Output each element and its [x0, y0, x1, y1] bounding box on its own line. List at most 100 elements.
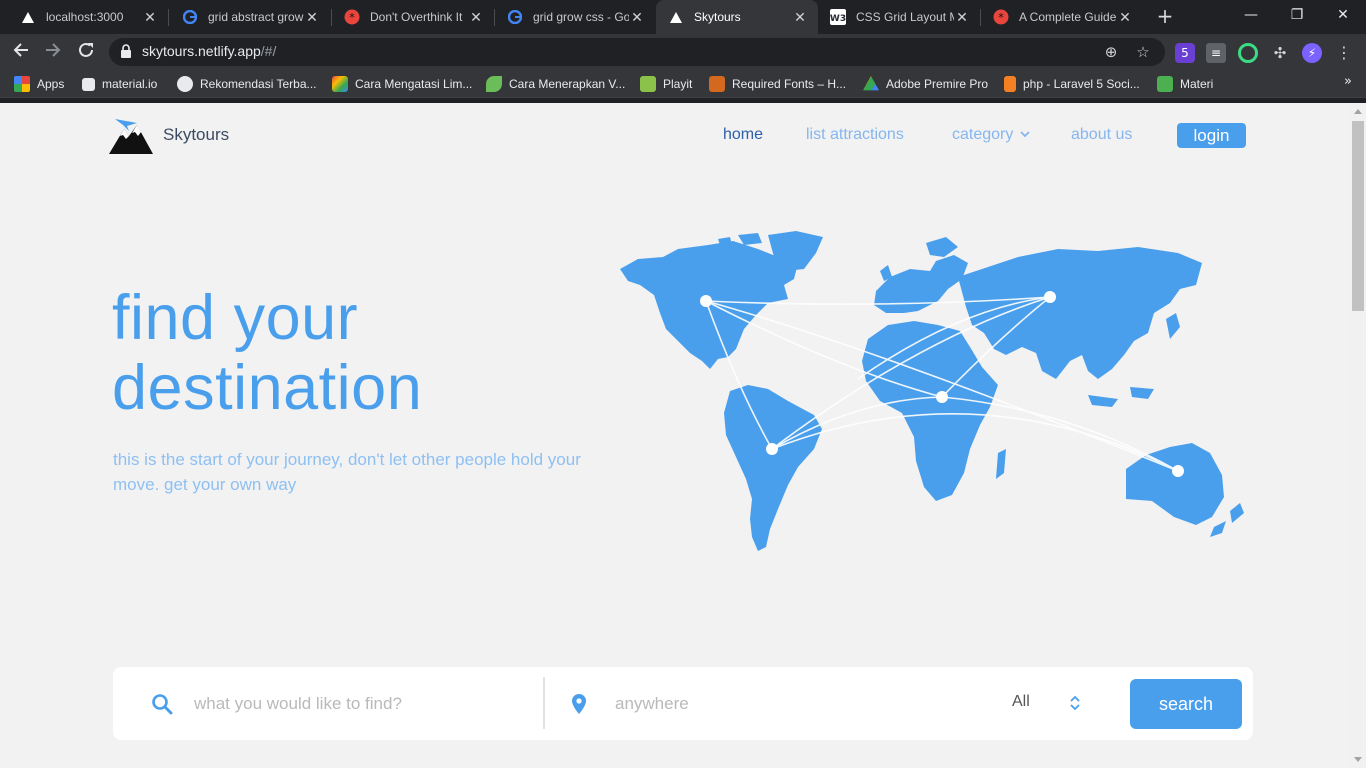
close-icon[interactable]: ✕ — [304, 9, 320, 26]
w3schools-icon: W3 — [830, 9, 846, 25]
scrollbar-thumb[interactable] — [1352, 121, 1364, 311]
bookmark-label: material.io — [102, 77, 158, 91]
south-america — [724, 385, 822, 551]
tab-google-grid-grow[interactable]: grid grow css - Go ✕ — [495, 0, 655, 34]
tab-w3schools-grid[interactable]: W3 CSS Grid Layout M ✕ — [818, 0, 980, 34]
bookmark-star-icon[interactable]: ☆ — [1134, 43, 1152, 61]
bookmark-php-laravel[interactable]: php - Laravel 5 Soci... — [1004, 74, 1140, 94]
bookmark-label: Materi — [1180, 77, 1214, 91]
page-content: Skytours home list attractions category … — [0, 103, 1350, 768]
location-input[interactable] — [615, 691, 975, 717]
extension-list-icon[interactable]: ≡ — [1206, 43, 1226, 63]
hero-title: find your destination — [112, 283, 422, 423]
profile-avatar[interactable]: ⚡ — [1302, 43, 1322, 63]
close-icon[interactable]: ✕ — [629, 9, 645, 26]
continents — [620, 231, 1244, 551]
bookmark-label: Required Fonts – H... — [732, 77, 847, 91]
arctic-islands — [718, 233, 762, 245]
arrow-left-icon — [13, 43, 28, 57]
extension-badge-icon[interactable]: 5 — [1175, 43, 1195, 63]
materi-icon — [1157, 76, 1173, 92]
hero-title-line1: find your — [112, 283, 359, 353]
nav-category[interactable]: category — [952, 126, 1030, 144]
extension-circle-icon[interactable] — [1238, 43, 1258, 63]
tab-localhost[interactable]: localhost:3000 ✕ — [8, 0, 168, 34]
svg-text:W3: W3 — [830, 14, 846, 24]
forward-button[interactable] — [42, 41, 64, 63]
select-chevrons-icon[interactable] — [1068, 694, 1082, 712]
bookmark-cara-mengatasi[interactable]: Cara Mengatasi Lim... — [332, 74, 472, 94]
vercel-triangle-icon — [20, 9, 36, 25]
close-icon[interactable]: ✕ — [954, 9, 970, 26]
bookmark-label: Cara Mengatasi Lim... — [355, 77, 473, 91]
close-icon[interactable]: ✕ — [468, 9, 484, 26]
bookmarks-bar: Apps material.io Rekomendasi Terba... Ca… — [0, 70, 1366, 98]
close-icon[interactable]: ✕ — [142, 9, 158, 26]
bookmarks-overflow-button[interactable]: » — [1344, 74, 1352, 89]
madagascar — [996, 449, 1006, 479]
close-window-button[interactable]: ✕ — [1320, 0, 1366, 30]
playit-icon — [640, 76, 656, 92]
bookmark-adobe-premiere[interactable]: Adobe Premire Pro — [863, 74, 988, 94]
tab-skytours[interactable]: Skytours ✕ — [656, 0, 818, 34]
bookmark-required-fonts[interactable]: Required Fonts – H... — [709, 74, 846, 94]
tab-google-grid-abstract[interactable]: grid abstract grow ✕ — [170, 0, 330, 34]
address-bar[interactable]: skytours.netlify.app/#/ ⊕ ☆ — [109, 38, 1165, 66]
tab-css-tricks-overthink[interactable]: * Don't Overthink It ✕ — [332, 0, 494, 34]
leaf-icon — [486, 76, 502, 92]
hero-subtitle: this is the start of your journey, don't… — [113, 450, 581, 494]
nav-about-us[interactable]: about us — [1071, 126, 1132, 144]
minimize-button[interactable]: — — [1228, 0, 1274, 30]
bookmark-cara-menerapkan[interactable]: Cara Menerapkan V... — [486, 74, 625, 94]
maximize-button[interactable]: ❐ — [1274, 0, 1320, 30]
bookmark-playit[interactable]: Playit — [640, 74, 692, 94]
category-select[interactable]: All — [1012, 693, 1030, 711]
back-button[interactable] — [10, 41, 32, 63]
bookmark-label: php - Laravel 5 Soci... — [1023, 77, 1140, 91]
svg-text:*: * — [349, 11, 355, 24]
new-tab-button[interactable]: + — [1154, 6, 1176, 28]
fonts-site-icon — [709, 76, 725, 92]
close-icon[interactable]: ✕ — [1117, 9, 1133, 26]
chevron-down-icon — [1020, 131, 1030, 138]
tab-title: Skytours — [694, 10, 741, 24]
bookmark-materi[interactable]: Materi — [1157, 74, 1213, 94]
bookmark-label: Apps — [37, 77, 65, 91]
page-scrollbar[interactable] — [1350, 103, 1366, 768]
puzzle-extensions-icon[interactable]: ✣ — [1270, 43, 1290, 63]
tab-title: Don't Overthink It — [370, 10, 463, 24]
url-path: /#/ — [260, 43, 277, 59]
brand-name[interactable]: Skytours — [163, 125, 229, 145]
bookmark-apps[interactable]: Apps — [14, 74, 64, 94]
reload-button[interactable] — [75, 41, 97, 63]
extension-badge-count: 5 — [1181, 46, 1189, 60]
skytours-logo-icon[interactable] — [107, 117, 155, 155]
search-query-input[interactable] — [194, 691, 524, 717]
nav-list-attractions[interactable]: list attractions — [806, 126, 904, 144]
close-icon[interactable]: ✕ — [792, 9, 808, 26]
browser-tab-strip: localhost:3000 ✕ grid abstract grow ✕ * … — [0, 0, 1366, 34]
install-app-icon[interactable]: ⊕ — [1102, 43, 1120, 61]
svg-text:*: * — [998, 11, 1004, 24]
css-tricks-icon: * — [344, 9, 360, 25]
scroll-up-arrow-icon[interactable] — [1354, 109, 1362, 114]
tab-css-tricks-guide[interactable]: * A Complete Guide ✕ — [981, 0, 1143, 34]
google-icon — [182, 9, 198, 25]
google-icon — [507, 9, 523, 25]
url-text: skytours.netlify.app/#/ — [142, 43, 276, 59]
bookmark-rekomendasi[interactable]: Rekomendasi Terba... — [177, 74, 317, 94]
map-node — [1172, 465, 1184, 477]
vercel-triangle-icon — [668, 9, 684, 25]
scroll-down-arrow-icon[interactable] — [1354, 757, 1362, 762]
world-map-illustration — [620, 231, 1244, 551]
search-button[interactable]: search — [1130, 679, 1242, 729]
bookmark-material[interactable]: material.io — [82, 74, 157, 94]
windows-icon — [332, 76, 348, 92]
login-button[interactable]: login — [1177, 123, 1246, 148]
arrow-right-icon — [46, 43, 61, 57]
reload-icon — [79, 42, 93, 57]
tab-title: grid abstract grow — [208, 10, 304, 24]
map-node — [766, 443, 778, 455]
kebab-menu-icon[interactable]: ⋮ — [1334, 43, 1354, 63]
nav-home[interactable]: home — [723, 126, 763, 144]
